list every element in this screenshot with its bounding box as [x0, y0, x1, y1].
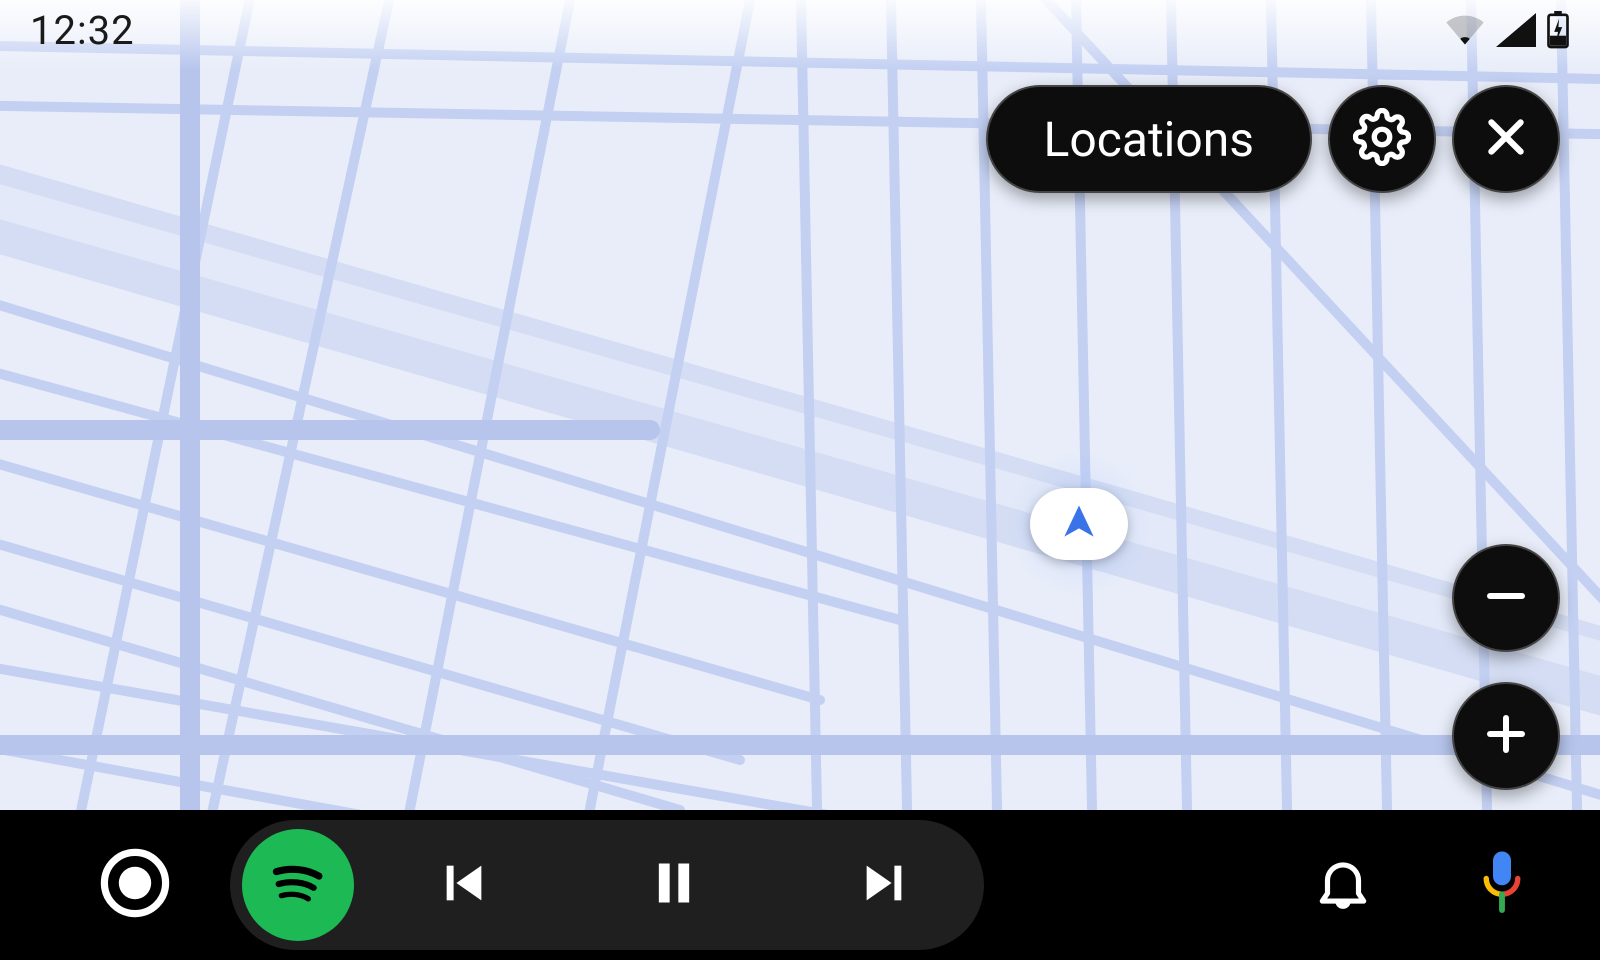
media-session-pill[interactable] [230, 820, 984, 950]
bottom-bar-right [1312, 847, 1530, 923]
pause-icon [648, 857, 700, 913]
close-button[interactable] [1452, 85, 1560, 193]
system-nav-bar [0, 810, 1600, 960]
location-chip [1030, 488, 1128, 560]
status-icons [1444, 11, 1570, 49]
media-controls [434, 855, 914, 915]
minus-icon [1482, 572, 1530, 624]
auto-map-screen: 12:32 Locations [0, 0, 1600, 960]
plus-icon [1482, 710, 1530, 762]
zoom-out-button[interactable] [1452, 544, 1560, 652]
google-mic-icon [1474, 904, 1530, 923]
skip-next-icon [858, 857, 910, 913]
top-controls: Locations [986, 85, 1561, 193]
gear-icon [1353, 108, 1411, 170]
settings-button[interactable] [1328, 85, 1436, 193]
skip-previous-icon [438, 857, 490, 913]
play-pause-button[interactable] [644, 855, 704, 915]
battery-charging-icon [1546, 11, 1570, 49]
spotify-icon [258, 843, 338, 927]
notifications-button[interactable] [1312, 852, 1374, 918]
wifi-icon [1444, 13, 1486, 47]
zoom-in-button[interactable] [1452, 682, 1560, 790]
next-track-button[interactable] [854, 855, 914, 915]
zoom-controls [1452, 544, 1560, 790]
previous-track-button[interactable] [434, 855, 494, 915]
close-icon [1481, 112, 1531, 166]
voice-assistant-button[interactable] [1474, 847, 1530, 923]
bell-icon [1312, 899, 1374, 918]
status-time: 12:32 [30, 7, 135, 54]
locations-button[interactable]: Locations [986, 85, 1313, 193]
current-location-marker[interactable] [1030, 488, 1128, 560]
launcher-icon [99, 847, 171, 923]
status-bar: 12:32 [0, 0, 1600, 60]
cellular-icon [1496, 13, 1536, 47]
launcher-button[interactable] [90, 840, 180, 930]
media-app-icon[interactable] [242, 829, 354, 941]
locations-label: Locations [1044, 111, 1255, 168]
navigation-arrow-icon [1057, 500, 1101, 548]
